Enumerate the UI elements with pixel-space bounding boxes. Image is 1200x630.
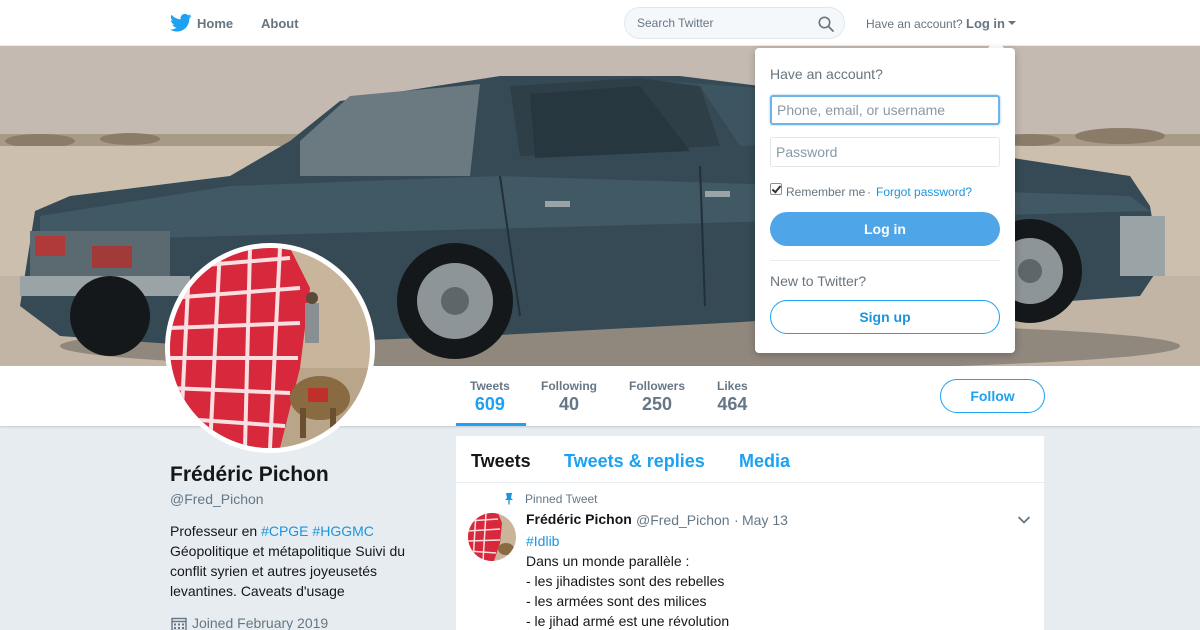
stat-likes[interactable]: Likes 464 bbox=[717, 379, 748, 415]
tweet-hashtag-idlib[interactable]: #Idlib bbox=[526, 531, 996, 551]
search-input[interactable] bbox=[637, 16, 807, 30]
stat-label: Likes bbox=[717, 379, 748, 393]
tab-tweets[interactable]: Tweets bbox=[471, 451, 531, 472]
tweet-line: - les jihadistes sont des rebelles bbox=[526, 573, 725, 589]
tweet-line: - les armées sont des milices bbox=[526, 593, 707, 609]
separator: · bbox=[867, 185, 871, 199]
pinned-tweet-label: Pinned Tweet bbox=[525, 492, 598, 506]
nav-home-link[interactable]: Home bbox=[197, 16, 233, 31]
forgot-password-link[interactable]: Forgot password? bbox=[876, 185, 972, 199]
stat-tweets[interactable]: Tweets 609 bbox=[470, 379, 510, 415]
stat-value: 250 bbox=[641, 394, 673, 414]
login-dropdown-toggle[interactable]: Log in bbox=[966, 16, 1005, 31]
have-account-text: Have an account? bbox=[866, 17, 963, 31]
tab-tweets-replies[interactable]: Tweets & replies bbox=[564, 451, 705, 472]
profile-name[interactable]: Frédéric Pichon bbox=[170, 463, 329, 487]
chevron-down-icon[interactable] bbox=[1017, 515, 1031, 525]
profile-avatar[interactable] bbox=[165, 243, 375, 453]
tweet-separator: · bbox=[734, 512, 739, 528]
stat-following[interactable]: Following 40 bbox=[541, 379, 597, 415]
signup-button[interactable]: Sign up bbox=[770, 300, 1000, 334]
follow-button[interactable]: Follow bbox=[940, 379, 1045, 413]
tab-media[interactable]: Media bbox=[739, 451, 790, 472]
stat-value: 40 bbox=[558, 394, 580, 414]
nav-about-link[interactable]: About bbox=[261, 16, 299, 31]
stat-followers[interactable]: Followers 250 bbox=[629, 379, 685, 415]
tweet-author-name[interactable]: Frédéric Pichon bbox=[526, 511, 632, 527]
search-icon[interactable] bbox=[818, 16, 834, 32]
profile-handle[interactable]: @Fred_Pichon bbox=[170, 491, 264, 507]
caret-down-icon[interactable] bbox=[1008, 21, 1016, 25]
bio-text: Géopolitique et métapolitique Suivi du c… bbox=[170, 543, 406, 599]
dropdown-title: Have an account? bbox=[770, 66, 883, 82]
calendar-icon bbox=[171, 617, 187, 630]
divider bbox=[770, 260, 1000, 261]
timeline-tabs: Tweets Tweets & replies Media bbox=[456, 436, 1044, 483]
search-box[interactable] bbox=[624, 7, 845, 39]
stat-label: Followers bbox=[629, 379, 686, 393]
bio-text: Professeur en bbox=[170, 523, 262, 539]
tweet-avatar[interactable] bbox=[468, 513, 516, 561]
stat-value: 464 bbox=[717, 394, 748, 414]
new-to-twitter-text: New to Twitter? bbox=[770, 273, 867, 289]
active-stat-indicator bbox=[456, 423, 526, 426]
tweet-line: Dans un monde parallèle : bbox=[526, 553, 690, 569]
tweet-author-handle[interactable]: @Fred_Pichon bbox=[636, 512, 730, 528]
joined-date: Joined February 2019 bbox=[192, 615, 329, 630]
stat-label: Following bbox=[541, 379, 597, 393]
top-navigation-bar: Home About Have an account? Log in bbox=[0, 0, 1200, 46]
stat-value: 609 bbox=[474, 394, 505, 414]
stat-label: Tweets bbox=[470, 379, 510, 393]
tweet-line: - le jihad armé est une révolution bbox=[526, 613, 730, 629]
timeline: Tweets Tweets & replies Media Pinned Twe… bbox=[456, 436, 1044, 630]
tweet-date[interactable]: May 13 bbox=[742, 512, 788, 528]
bio-hashtag-cpge[interactable]: #CPGE bbox=[261, 523, 308, 539]
remember-me-checkbox[interactable] bbox=[770, 183, 782, 195]
remember-me-label[interactable]: Remember me bbox=[786, 185, 865, 199]
tweet-text: #Idlib Dans un monde parallèle : - les j… bbox=[526, 531, 996, 630]
profile-bio: Professeur en #CPGE #HGGMC Géopolitique … bbox=[170, 521, 420, 601]
avatar-image bbox=[170, 248, 370, 448]
login-button[interactable]: Log in bbox=[770, 212, 1000, 246]
twitter-bird-icon[interactable] bbox=[170, 13, 192, 33]
password-field[interactable] bbox=[770, 137, 1000, 167]
bio-hashtag-hggmc[interactable]: #HGGMC bbox=[312, 523, 373, 539]
username-field[interactable] bbox=[770, 95, 1000, 125]
pin-icon bbox=[505, 493, 513, 505]
login-dropdown: Have an account? Remember me · Forgot pa… bbox=[755, 48, 1015, 353]
